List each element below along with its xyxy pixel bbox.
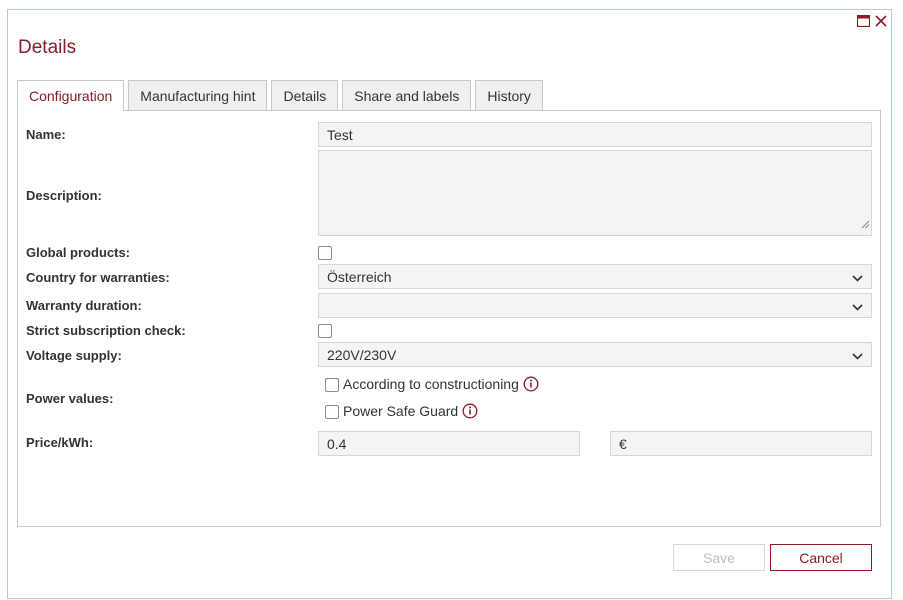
close-icon[interactable] bbox=[874, 14, 888, 28]
according-to-constructioning-label: According to constructioning bbox=[343, 376, 519, 392]
currency-value: € bbox=[619, 435, 627, 452]
country-select[interactable]: Österreich bbox=[318, 264, 872, 289]
resize-grip-icon[interactable] bbox=[861, 216, 870, 234]
currency-input[interactable]: € bbox=[610, 431, 872, 456]
chevron-down-icon bbox=[852, 269, 863, 285]
cancel-button[interactable]: Cancel bbox=[770, 544, 872, 571]
price-value: 0.4 bbox=[327, 435, 347, 452]
chevron-down-icon bbox=[852, 298, 863, 314]
tab-share-and-labels[interactable]: Share and labels bbox=[342, 80, 472, 110]
according-to-constructioning-checkbox[interactable] bbox=[325, 378, 339, 392]
description-label: Description: bbox=[26, 188, 102, 203]
chevron-down-icon bbox=[852, 347, 863, 363]
info-icon[interactable] bbox=[523, 376, 539, 392]
name-label: Name: bbox=[26, 127, 66, 142]
price-input[interactable]: 0.4 bbox=[318, 431, 580, 456]
tab-bar: Configuration Manufacturing hint Details… bbox=[17, 80, 543, 111]
country-value: Österreich bbox=[327, 268, 392, 285]
name-value: Test bbox=[327, 126, 353, 143]
tab-configuration[interactable]: Configuration bbox=[17, 80, 125, 111]
according-to-constructioning-option: According to constructioning bbox=[343, 376, 539, 392]
save-button[interactable]: Save bbox=[673, 544, 765, 571]
country-label: Country for warranties: bbox=[26, 270, 170, 285]
voltage-select[interactable]: 220V/230V bbox=[318, 342, 872, 367]
power-safe-guard-label: Power Safe Guard bbox=[343, 403, 459, 419]
strict-check-checkbox[interactable] bbox=[318, 324, 332, 338]
tab-details[interactable]: Details bbox=[271, 80, 339, 110]
info-icon[interactable] bbox=[462, 403, 478, 419]
global-products-checkbox[interactable] bbox=[318, 246, 332, 260]
window-controls bbox=[856, 14, 888, 28]
strict-check-label: Strict subscription check: bbox=[26, 323, 186, 338]
maximize-icon[interactable] bbox=[856, 14, 870, 28]
power-safe-guard-option: Power Safe Guard bbox=[343, 403, 478, 419]
configuration-panel: Name: Test Description: Global products:… bbox=[17, 110, 881, 527]
description-textarea[interactable] bbox=[318, 150, 872, 236]
global-products-label: Global products: bbox=[26, 245, 130, 260]
dialog-title: Details bbox=[18, 37, 77, 58]
tab-history[interactable]: History bbox=[475, 80, 543, 110]
tab-manufacturing-hint[interactable]: Manufacturing hint bbox=[128, 80, 268, 110]
voltage-value: 220V/230V bbox=[327, 346, 397, 363]
power-values-label: Power values: bbox=[26, 391, 114, 406]
price-label: Price/kWh: bbox=[26, 435, 94, 450]
power-safe-guard-checkbox[interactable] bbox=[325, 405, 339, 419]
warranty-select[interactable] bbox=[318, 293, 872, 318]
warranty-label: Warranty duration: bbox=[26, 298, 142, 313]
name-input[interactable]: Test bbox=[318, 122, 872, 147]
details-dialog: Details Configuration Manufacturing hint… bbox=[7, 9, 892, 599]
voltage-label: Voltage supply: bbox=[26, 348, 122, 363]
